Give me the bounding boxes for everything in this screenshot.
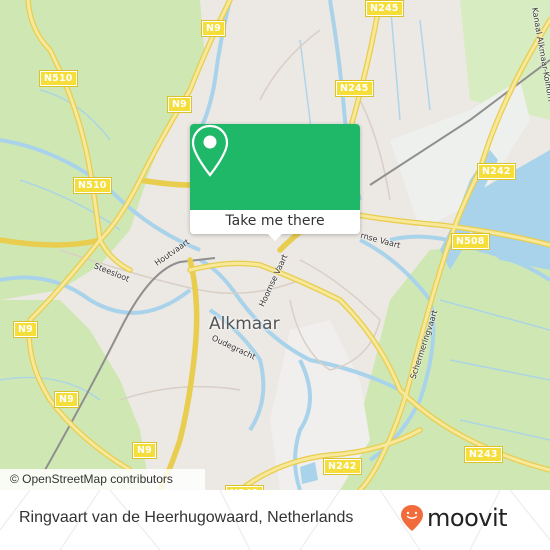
moovit-logo[interactable]: moovit xyxy=(400,504,508,532)
road-label-n9: N9 xyxy=(13,321,38,338)
road-label-n9: N9 xyxy=(201,20,226,37)
destination-popup: Take me there xyxy=(190,124,360,241)
map[interactable]: N9 N510 N9 N510 N245 N245 N242 N508 N9 N… xyxy=(0,0,550,490)
road-label-n243: N243 xyxy=(464,446,503,463)
road-label-n242: N242 xyxy=(323,458,362,475)
take-me-there-button[interactable]: Take me there xyxy=(190,210,360,234)
road-label-n245: N245 xyxy=(335,80,374,97)
road-label-n510: N510 xyxy=(73,177,112,194)
moovit-wordmark: moovit xyxy=(427,504,508,532)
road-label-n9: N9 xyxy=(132,442,157,459)
road-label-n242: N242 xyxy=(477,163,516,180)
moovit-pin-icon xyxy=(401,505,423,531)
road-label-n508: N508 xyxy=(451,233,490,250)
city-label: Alkmaar xyxy=(209,314,280,334)
road-label-n9: N9 xyxy=(167,96,192,113)
road-label-n9: N9 xyxy=(54,391,79,408)
place-name: Ringvaart van de Heerhugowaard, Netherla… xyxy=(19,509,354,526)
popup-header xyxy=(190,124,360,210)
map-pin-icon xyxy=(191,124,229,177)
road-label-n510: N510 xyxy=(39,70,78,87)
popup-pointer xyxy=(268,234,282,241)
footer: Ringvaart van de Heerhugowaard, Netherla… xyxy=(0,490,550,550)
road-label-n245: N245 xyxy=(365,0,404,17)
map-attribution[interactable]: © OpenStreetMap contributors xyxy=(0,469,205,490)
